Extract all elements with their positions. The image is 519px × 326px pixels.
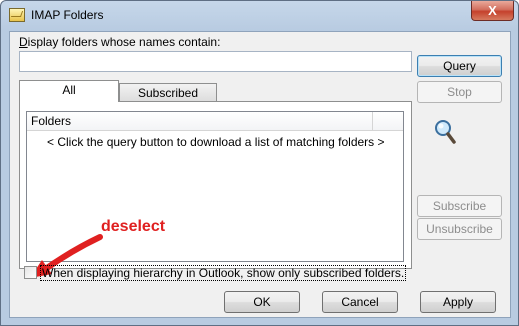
stop-button[interactable]: Stop (417, 81, 502, 103)
list-header: Folders (27, 112, 403, 131)
close-button[interactable]: X (471, 1, 514, 21)
folder-icon (9, 8, 25, 22)
query-button[interactable]: Query (417, 55, 502, 77)
title-bar[interactable]: IMAP Folders X (1, 1, 518, 31)
search-label: Display folders whose names contain: (19, 35, 220, 49)
search-label-text: isplay folders whose names contain: (27, 35, 221, 49)
search-label-mnemonic: D (19, 35, 28, 49)
subscribed-only-checkbox[interactable] (24, 266, 37, 279)
cancel-button[interactable]: Cancel (322, 291, 398, 313)
apply-button[interactable]: Apply (420, 291, 496, 313)
subscribe-button[interactable]: Subscribe (417, 195, 502, 217)
ok-button[interactable]: OK (224, 291, 300, 313)
unsubscribe-button[interactable]: Unsubscribe (417, 218, 502, 240)
magnifier-icon (435, 120, 456, 144)
imap-folders-dialog: IMAP Folders X Display folders whose nam… (0, 0, 519, 326)
column-header-folders[interactable]: Folders (27, 112, 373, 130)
empty-list-message: < Click the query button to download a l… (47, 135, 385, 149)
search-input[interactable] (19, 51, 412, 72)
tab-all[interactable]: All (19, 80, 119, 102)
tab-subscribed[interactable]: Subscribed (119, 83, 217, 102)
window-title: IMAP Folders (31, 8, 104, 22)
subscribed-only-label[interactable]: When displaying hierarchy in Outlook, sh… (40, 265, 407, 281)
dialog-body: Display folders whose names contain: Que… (9, 31, 511, 318)
